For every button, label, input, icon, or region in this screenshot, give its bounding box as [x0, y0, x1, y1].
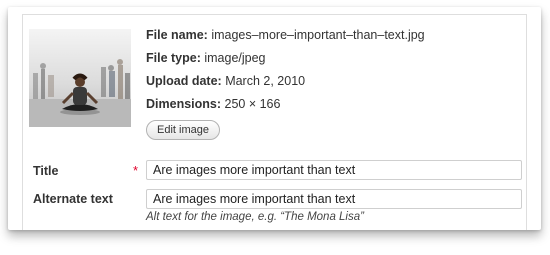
thumbnail-image: [29, 29, 131, 127]
file-type-value: image/jpeg: [204, 51, 266, 65]
title-input[interactable]: [146, 160, 522, 180]
file-name-row: File name: images–more–important–than–te…: [146, 27, 425, 50]
required-asterisk: *: [133, 163, 139, 178]
attachment-details-card: File name: images–more–important–than–te…: [8, 7, 541, 230]
file-metadata: File name: images–more–important–than–te…: [146, 27, 425, 140]
dimensions-label: Dimensions:: [146, 97, 222, 111]
file-type-label: File type:: [146, 51, 201, 65]
upload-date-value: March 2, 2010: [225, 74, 306, 88]
alternate-text-label: Alternate text: [33, 192, 113, 206]
image-thumbnail[interactable]: [29, 29, 131, 127]
edit-image-button[interactable]: Edit image: [146, 120, 220, 140]
alt-text-help: Alt text for the image, e.g. “The Mona L…: [146, 211, 364, 223]
attachment-details-frame: File name: images–more–important–than–te…: [22, 14, 527, 230]
dimensions-row: Dimensions: 250 × 166: [146, 96, 425, 119]
upload-date-row: Upload date: March 2, 2010: [146, 73, 425, 96]
title-label: Title: [33, 164, 59, 178]
dimensions-value: 250 × 166: [224, 97, 281, 111]
alternate-text-input[interactable]: [146, 189, 522, 209]
file-name-label: File name:: [146, 28, 208, 42]
upload-date-label: Upload date:: [146, 74, 222, 88]
file-name-value: images–more–important–than–text.jpg: [211, 28, 425, 42]
file-type-row: File type: image/jpeg: [146, 50, 425, 73]
